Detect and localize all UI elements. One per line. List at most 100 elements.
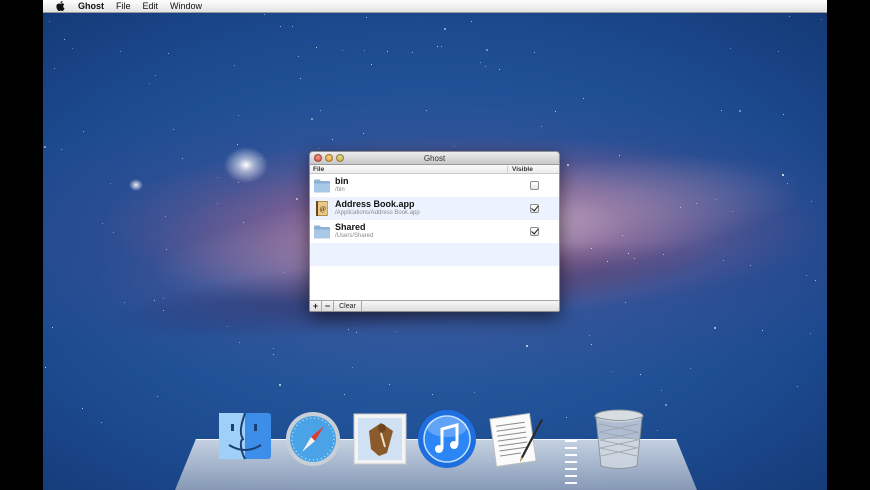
star [273, 354, 274, 355]
star [486, 49, 488, 51]
table-row[interactable]: @ Address Book.app /Applications/Address… [310, 197, 559, 220]
empty-row [310, 243, 559, 266]
visible-checkbox[interactable] [530, 181, 539, 190]
window-title: Ghost [423, 153, 446, 163]
column-header-visible[interactable]: Visible [512, 166, 533, 173]
visible-checkbox[interactable] [530, 227, 539, 236]
star [149, 83, 150, 84]
star [810, 333, 811, 334]
star [454, 146, 455, 147]
svg-text:@: @ [320, 205, 327, 213]
star [320, 110, 321, 111]
star [591, 344, 592, 345]
table-row[interactable]: bin /bin [310, 174, 559, 197]
star [778, 51, 779, 52]
window-titlebar[interactable]: Ghost [310, 152, 559, 165]
star [165, 216, 166, 217]
star [352, 367, 353, 368]
star [101, 422, 102, 423]
star [716, 199, 717, 200]
star [155, 75, 156, 76]
star [279, 384, 281, 386]
star [227, 326, 228, 327]
mail-icon[interactable] [351, 409, 409, 472]
star [348, 329, 349, 330]
star [154, 300, 155, 301]
textedit-icon[interactable] [487, 410, 549, 473]
star [665, 404, 667, 406]
file-name: Address Book.app [335, 199, 415, 209]
star [619, 155, 620, 156]
star [663, 254, 664, 255]
star [387, 51, 388, 52]
visible-checkbox[interactable] [530, 204, 539, 213]
trash-icon[interactable] [590, 408, 648, 475]
star [371, 64, 372, 65]
star [541, 126, 542, 127]
star [628, 253, 629, 254]
star [300, 78, 301, 79]
window-bottom-bar: + − Clear [310, 300, 559, 311]
window-controls [314, 154, 344, 162]
star [280, 26, 281, 27]
itunes-icon[interactable] [417, 409, 477, 474]
star [789, 16, 790, 17]
star [363, 133, 364, 134]
apple-menu-icon[interactable] [56, 1, 66, 11]
menu-window[interactable]: Window [170, 1, 202, 11]
star [591, 248, 592, 249]
star [661, 390, 662, 391]
add-button[interactable]: + [310, 301, 322, 311]
star [237, 144, 238, 145]
column-divider [507, 166, 508, 173]
file-path: /bin [335, 187, 345, 193]
star [344, 394, 345, 395]
star [815, 280, 816, 281]
star [611, 371, 612, 372]
star [332, 139, 333, 140]
star [783, 114, 784, 115]
star [102, 223, 103, 224]
menu-app-ghost[interactable]: Ghost [78, 1, 104, 11]
star [657, 430, 658, 431]
star [444, 28, 446, 30]
safari-icon[interactable] [284, 410, 342, 473]
finder-icon[interactable] [217, 409, 273, 470]
star [750, 265, 751, 266]
zoom-button[interactable] [336, 154, 344, 162]
star [680, 207, 681, 208]
star [555, 111, 556, 112]
star [782, 174, 784, 176]
star [366, 17, 367, 18]
column-header-file[interactable]: File [313, 166, 324, 173]
folder-icon [313, 177, 331, 194]
star [721, 110, 722, 111]
star [607, 261, 608, 262]
minimize-button[interactable] [325, 154, 333, 162]
star [471, 21, 472, 22]
close-button[interactable] [314, 154, 322, 162]
star [566, 417, 567, 418]
menu-file[interactable]: File [116, 1, 131, 11]
clear-button[interactable]: Clear [334, 301, 362, 311]
star [396, 331, 397, 332]
star [217, 203, 218, 204]
address-book-icon: @ [313, 200, 331, 217]
star [217, 177, 218, 178]
star [168, 53, 169, 54]
star [534, 52, 535, 53]
star [739, 110, 741, 112]
star [52, 327, 53, 328]
file-path: /Users/Shared [335, 233, 374, 239]
star [787, 183, 788, 184]
star [83, 131, 84, 132]
star [480, 62, 481, 63]
remove-button[interactable]: − [322, 301, 334, 311]
menu-edit[interactable]: Edit [143, 1, 159, 11]
star [54, 68, 55, 69]
star [732, 211, 733, 212]
star [437, 46, 438, 47]
star [44, 146, 46, 148]
table-row[interactable]: Shared /Users/Shared [310, 220, 559, 243]
star [634, 258, 635, 259]
